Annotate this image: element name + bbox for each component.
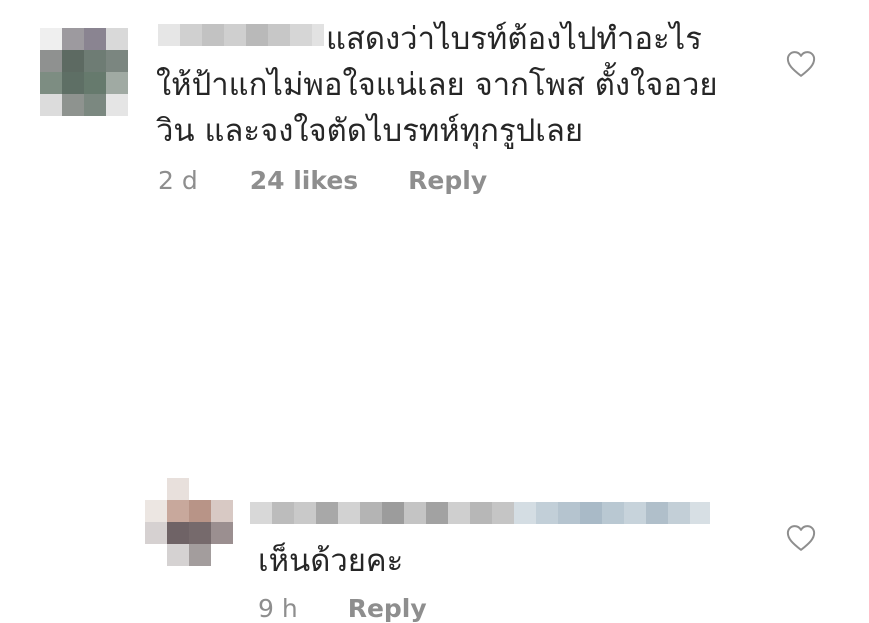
comment-meta: 9 h Reply <box>258 594 427 623</box>
comment: แสดงว่าไบรท์ต้องไปทำอะไร ให้ป้าแกไม่พอใจ… <box>0 0 869 230</box>
comment-meta: 2 d 24 likes Reply <box>158 166 487 195</box>
heart-outline-icon[interactable] <box>786 50 816 78</box>
comment-text-line-1: แสดงว่าไบรท์ต้องไปทำอะไร <box>326 21 702 57</box>
heart-outline-icon[interactable] <box>786 524 816 552</box>
likes-count-button[interactable]: 24 likes <box>250 166 358 195</box>
avatar[interactable] <box>40 28 128 116</box>
username-blurred[interactable] <box>158 24 324 46</box>
avatar[interactable] <box>145 478 233 566</box>
comment-text: ให้ป้าแกไม่พอใจแน่เลย จากโพส ตั้งใจอวย ว… <box>156 67 718 149</box>
reply-button[interactable]: Reply <box>408 166 487 195</box>
comment-time: 2 d <box>158 166 198 195</box>
reply-button[interactable]: Reply <box>348 594 427 623</box>
comment-time: 9 h <box>258 594 298 623</box>
comment-text: เห็นด้วยคะ <box>258 543 404 579</box>
username-blurred[interactable] <box>250 502 710 524</box>
reply-comment: เห็นด้วยคะ 9 h Reply <box>0 230 869 623</box>
